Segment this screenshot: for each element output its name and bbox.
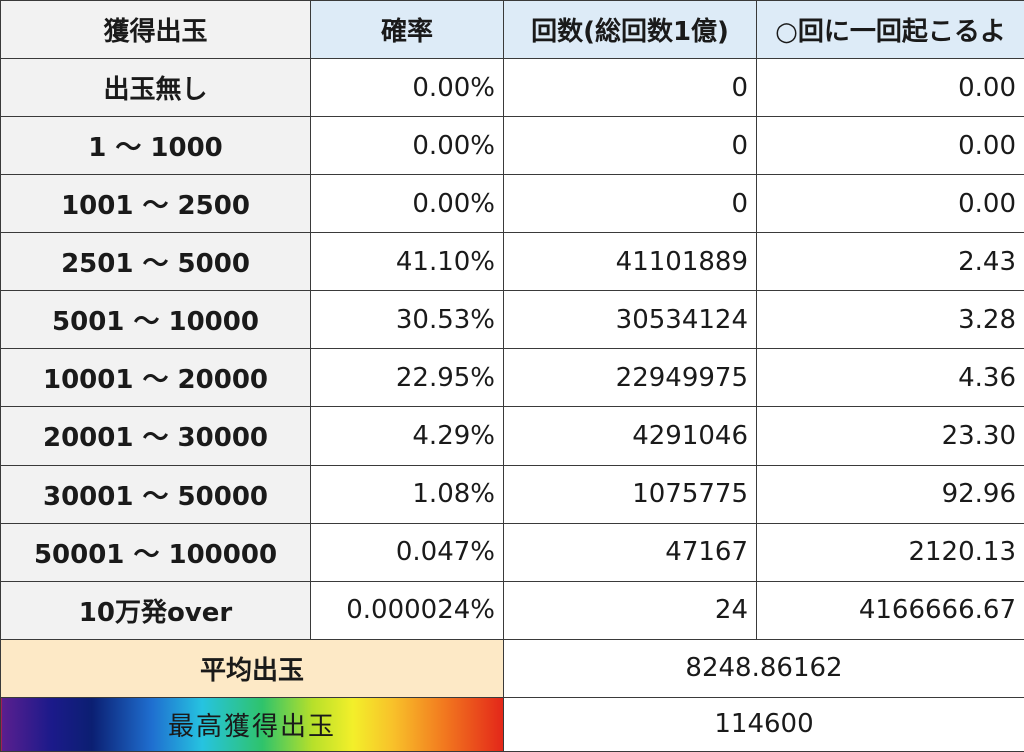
header-probability: 確率 — [310, 0, 504, 60]
header-row: 獲得出玉 確率 回数(総回数1億) ○回に一回起こるよ — [0, 0, 1024, 60]
table-row: 1001 ～ 2500 0.00% 0 0.00 — [0, 174, 1024, 234]
row-count: 0 — [503, 116, 757, 176]
row-count: 47167 — [503, 522, 757, 582]
row-frequency: 92.96 — [756, 464, 1024, 524]
row-probability: 1.08% — [310, 464, 504, 524]
row-count: 22949975 — [503, 348, 757, 408]
row-count: 0 — [503, 174, 757, 234]
row-probability: 0.047% — [310, 522, 504, 582]
row-label: 1001 ～ 2500 — [0, 174, 311, 234]
row-probability: 41.10% — [310, 232, 504, 292]
table-row: 2501 ～ 5000 41.10% 41101889 2.43 — [0, 232, 1024, 292]
row-count: 0 — [503, 58, 757, 118]
table-row: 1 ～ 1000 0.00% 0 0.00 — [0, 116, 1024, 176]
row-label: 5001 ～ 10000 — [0, 290, 311, 350]
row-label: 10万発over — [0, 580, 311, 640]
header-frequency: ○回に一回起こるよ — [756, 0, 1024, 60]
row-label: 1 ～ 1000 — [0, 116, 311, 176]
row-count: 41101889 — [503, 232, 757, 292]
row-probability: 0.00% — [310, 116, 504, 176]
row-frequency: 0.00 — [756, 174, 1024, 234]
row-label: 2501 ～ 5000 — [0, 232, 311, 292]
average-payout-label: 平均出玉 — [0, 638, 504, 698]
row-count: 1075775 — [503, 464, 757, 524]
row-frequency: 4.36 — [756, 348, 1024, 408]
table-row: 5001 ～ 10000 30.53% 30534124 3.28 — [0, 290, 1024, 350]
row-probability: 0.000024% — [310, 580, 504, 640]
table-row: 50001 ～ 100000 0.047% 47167 2120.13 — [0, 522, 1024, 582]
row-frequency: 0.00 — [756, 116, 1024, 176]
row-count: 24 — [503, 580, 757, 640]
max-payout-value: 114600 — [503, 696, 1024, 752]
row-probability: 0.00% — [310, 58, 504, 118]
row-label: 出玉無し — [0, 58, 311, 118]
header-count: 回数(総回数1億) — [503, 0, 757, 60]
average-row: 平均出玉 8248.86162 — [0, 638, 1024, 698]
table-row: 20001 ～ 30000 4.29% 4291046 23.30 — [0, 406, 1024, 466]
payout-distribution-table: 獲得出玉 確率 回数(総回数1億) ○回に一回起こるよ 出玉無し 0.00% 0… — [0, 0, 1024, 752]
row-frequency: 2120.13 — [756, 522, 1024, 582]
max-payout-label: 最高獲得出玉 — [0, 696, 504, 752]
row-probability: 4.29% — [310, 406, 504, 466]
row-count: 4291046 — [503, 406, 757, 466]
table-row: 出玉無し 0.00% 0 0.00 — [0, 58, 1024, 118]
max-row: 最高獲得出玉 114600 — [0, 696, 1024, 752]
table-row: 30001 ～ 50000 1.08% 1075775 92.96 — [0, 464, 1024, 524]
row-probability: 30.53% — [310, 290, 504, 350]
row-frequency: 2.43 — [756, 232, 1024, 292]
row-label: 20001 ～ 30000 — [0, 406, 311, 466]
table-row: 10001 ～ 20000 22.95% 22949975 4.36 — [0, 348, 1024, 408]
row-frequency: 3.28 — [756, 290, 1024, 350]
row-label: 30001 ～ 50000 — [0, 464, 311, 524]
row-frequency: 0.00 — [756, 58, 1024, 118]
table-row: 10万発over 0.000024% 24 4166666.67 — [0, 580, 1024, 640]
row-frequency: 23.30 — [756, 406, 1024, 466]
row-probability: 0.00% — [310, 174, 504, 234]
header-payout: 獲得出玉 — [0, 0, 311, 60]
row-probability: 22.95% — [310, 348, 504, 408]
average-payout-value: 8248.86162 — [503, 638, 1024, 698]
row-label: 10001 ～ 20000 — [0, 348, 311, 408]
row-label: 50001 ～ 100000 — [0, 522, 311, 582]
row-frequency: 4166666.67 — [756, 580, 1024, 640]
row-count: 30534124 — [503, 290, 757, 350]
